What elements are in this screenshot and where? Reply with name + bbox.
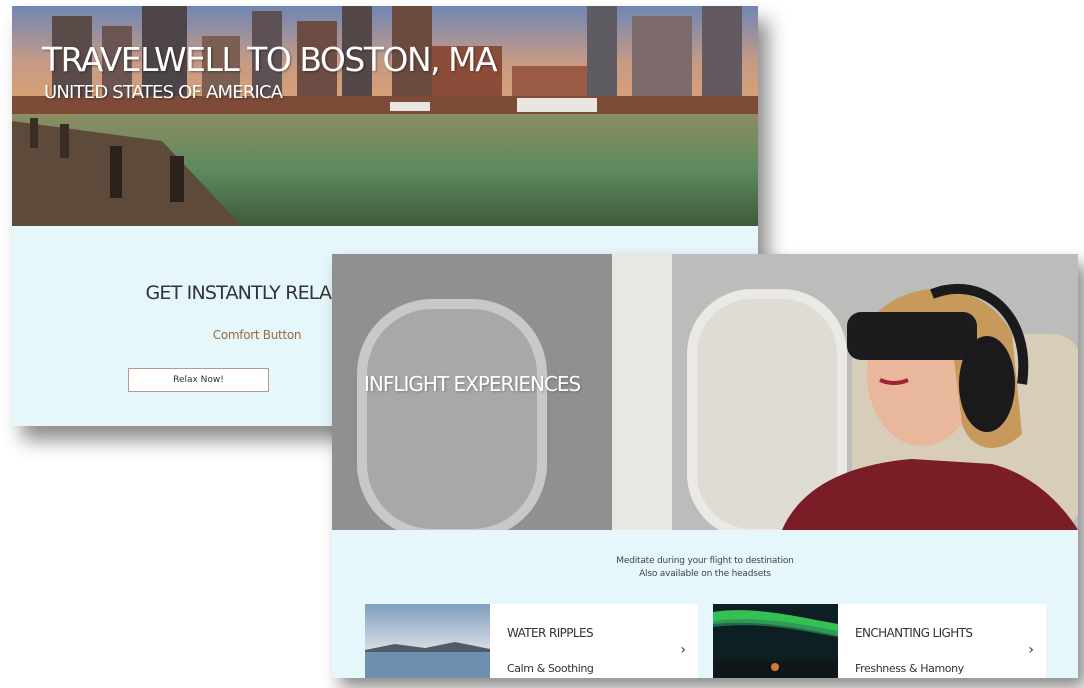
chevron-right-icon[interactable]: › bbox=[680, 642, 686, 658]
inflight-experiences-screen: INFLIGHT EXPERIENCES Meditate during you… bbox=[332, 254, 1078, 678]
relax-now-button[interactable]: Relax Now! bbox=[128, 368, 269, 392]
intro-text-line1: Meditate during your flight to destinati… bbox=[616, 556, 794, 566]
inflight-title: INFLIGHT EXPERIENCES bbox=[364, 372, 581, 396]
intro-text-line2: Also available on the headsets bbox=[639, 569, 771, 579]
water-ripples-thumbnail bbox=[365, 604, 490, 678]
experience-description: Calm & Soothing bbox=[507, 662, 594, 675]
experience-name: WATER RIPPLES bbox=[507, 626, 594, 640]
experience-card-water-ripples[interactable]: WATER RIPPLES Calm & Soothing › bbox=[365, 604, 698, 678]
destination-title: TRAVELWELL TO BOSTON, MA bbox=[42, 40, 498, 79]
experience-description: Freshness & Hamony bbox=[855, 662, 964, 675]
inflight-hero-image: INFLIGHT EXPERIENCES bbox=[332, 254, 1078, 530]
experience-card-enchanting-lights[interactable]: ENCHANTING LIGHTS Freshness & Hamony › bbox=[713, 604, 1046, 678]
enchanting-lights-thumbnail bbox=[713, 604, 838, 678]
destination-country: UNITED STATES OF AMERICA bbox=[44, 82, 283, 103]
chevron-right-icon[interactable]: › bbox=[1028, 642, 1034, 658]
boston-hero-image: TRAVELWELL TO BOSTON, MA UNITED STATES O… bbox=[12, 6, 758, 226]
boston-harbor-image bbox=[12, 6, 758, 226]
experience-name: ENCHANTING LIGHTS bbox=[855, 626, 973, 640]
